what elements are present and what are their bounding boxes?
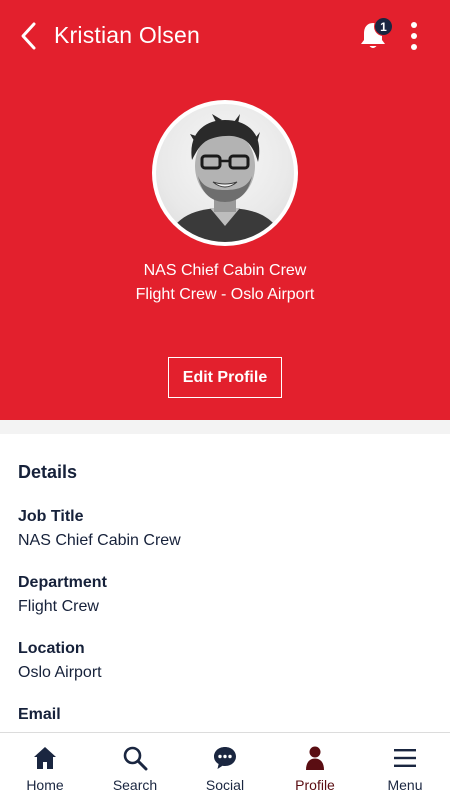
search-icon	[123, 746, 148, 771]
dot-icon	[411, 22, 417, 28]
job-title-subtitle: NAS Chief Cabin Crew	[143, 262, 307, 279]
page-title: Kristian Olsen	[54, 22, 200, 48]
person-icon	[306, 746, 324, 770]
job-title-value: NAS Chief Cabin Crew	[18, 532, 181, 549]
person-portrait-icon	[166, 114, 284, 242]
nav-item-profile[interactable]: Profile	[270, 733, 360, 800]
hamburger-menu-icon	[394, 749, 416, 767]
avatar[interactable]	[152, 100, 298, 246]
profile-photo	[156, 104, 294, 242]
nav-item-home[interactable]: Home	[0, 733, 90, 800]
nav-item-search[interactable]: Search	[90, 733, 180, 800]
nav-label-menu: Menu	[387, 777, 423, 793]
job-title-label: Job Title	[18, 508, 84, 525]
notification-badge: 1	[374, 17, 393, 36]
department-value: Flight Crew	[18, 598, 99, 615]
nav-label-social: Social	[205, 777, 245, 793]
chat-bubble-icon	[214, 747, 236, 769]
dot-icon	[411, 33, 417, 39]
bottom-navigation: Home Search Social Profile Menu	[0, 732, 450, 800]
nav-item-menu[interactable]: Menu	[360, 733, 450, 800]
edit-profile-button[interactable]: Edit Profile	[168, 357, 282, 398]
department-label: Department	[18, 574, 107, 591]
nav-item-social[interactable]: Social	[180, 733, 270, 800]
team-location-subtitle: Flight Crew - Oslo Airport	[135, 286, 315, 303]
dot-icon	[411, 44, 417, 50]
top-app-bar: Kristian Olsen 1	[0, 0, 450, 72]
location-label: Location	[18, 640, 85, 657]
nav-label-search: Search	[112, 777, 158, 793]
email-label: Email	[18, 706, 61, 723]
more-options-button[interactable]	[402, 20, 426, 52]
location-value: Oslo Airport	[18, 664, 102, 681]
nav-label-home: Home	[26, 777, 64, 793]
back-button[interactable]	[14, 20, 42, 52]
profile-header: Kristian Olsen 1 NAS Chief Cabin Crew Fl…	[0, 0, 450, 420]
details-heading: Details	[18, 462, 78, 482]
chevron-left-icon	[21, 22, 36, 50]
section-divider	[0, 420, 450, 434]
home-icon	[34, 747, 56, 769]
nav-label-profile: Profile	[295, 777, 335, 793]
